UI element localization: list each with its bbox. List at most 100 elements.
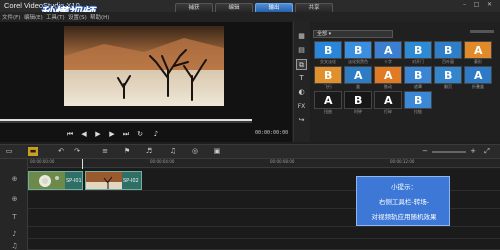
transition-thumb[interactable]: A	[464, 41, 492, 59]
tab-label: 共享	[308, 5, 320, 11]
transition-thumb[interactable]: B	[314, 66, 342, 84]
thumb-caption: 时钟	[354, 109, 362, 114]
motion-tracking-icon[interactable]: ◎	[190, 147, 200, 156]
transition-thumb[interactable]: A	[314, 91, 342, 109]
menu-tools[interactable]: 工具(T)	[46, 13, 65, 21]
transition-thumb[interactable]: B	[434, 41, 462, 59]
videostudio-window: Corel VideoStudio X10 秒懂视频 捕获 编辑 输出 共享 –…	[0, 0, 500, 250]
title-track-icon[interactable]: T	[9, 212, 20, 223]
flower-thumbnail	[29, 172, 65, 189]
category-dropdown[interactable]: 全部 ▾	[313, 30, 393, 38]
ruler-mark: 00:00:04:00	[150, 159, 175, 164]
volume-icon[interactable]: ♪	[150, 129, 162, 139]
tip-box: 小提示： 右侧工具栏-转场- 对视频轨应用随机效果	[356, 176, 450, 226]
play-icon[interactable]: ▶	[92, 129, 104, 139]
zoom-in-icon[interactable]: +	[468, 147, 478, 156]
video-track-icon[interactable]: ⊕	[9, 174, 20, 185]
menu-help[interactable]: 帮助(H)	[90, 13, 109, 21]
tip-title: 小提示：	[391, 183, 417, 191]
transition-thumb[interactable]: A	[464, 66, 492, 84]
thumb-caption: 盒	[356, 84, 360, 89]
music-track-icon[interactable]: ♫	[9, 241, 20, 250]
repeat-icon[interactable]: ↻	[134, 129, 146, 139]
thumb-caption: 百叶窗	[442, 59, 454, 64]
timeline-ruler[interactable]	[28, 159, 500, 168]
transition-icon[interactable]: ⧉	[296, 59, 307, 70]
auto-music-icon[interactable]: ♫	[168, 147, 178, 156]
zoom-slider[interactable]	[470, 30, 494, 33]
transition-thumb[interactable]: A	[374, 66, 402, 84]
timeline-zoom-slider[interactable]	[432, 151, 466, 153]
thumb-caption: 推动	[384, 84, 392, 89]
transition-thumb[interactable]: B	[434, 66, 462, 84]
voice-track[interactable]	[28, 227, 500, 239]
maximize-button[interactable]: □	[472, 1, 481, 9]
media-icon[interactable]: ▦	[296, 31, 307, 42]
storyboard-view-icon[interactable]: ▭	[4, 147, 14, 156]
timeline-clip-2[interactable]: SP-I02	[85, 171, 142, 190]
scrub-progress	[0, 119, 252, 121]
thumb-caption: 交叉淡化	[320, 59, 336, 64]
music-track[interactable]	[28, 239, 500, 250]
timeline-clip-1[interactable]: SP-I01	[28, 171, 83, 190]
graphic-icon[interactable]: ◐	[296, 87, 307, 98]
zoom-out-icon[interactable]: −	[420, 147, 430, 156]
close-button[interactable]: ✕	[485, 1, 494, 9]
prev-frame-icon[interactable]: ◀	[78, 129, 90, 139]
ruler-mark: 00:00:00:00	[30, 159, 55, 164]
menu-file[interactable]: 文件(F)	[2, 13, 20, 21]
thumb-caption: 打碎	[384, 109, 392, 114]
redo-icon[interactable]: ↷	[72, 147, 82, 156]
category-label: 全部	[317, 31, 328, 37]
track-manager-icon[interactable]: ≡	[100, 147, 110, 156]
thumb-caption: 遮罩	[414, 84, 422, 89]
menu-settings[interactable]: 设置(S)	[68, 13, 87, 21]
subtitle-icon[interactable]: ▣	[212, 147, 222, 156]
end-icon[interactable]: ⏭	[120, 129, 132, 139]
thumb-letter: B	[354, 44, 363, 57]
transition-thumb[interactable]: B	[344, 91, 372, 109]
menu-edit[interactable]: 编辑(E)	[24, 13, 43, 21]
thumb-letter: B	[414, 94, 423, 107]
overlay-track-icon[interactable]: ⊕	[9, 194, 20, 205]
tab-label: 捕获	[188, 5, 200, 11]
transition-thumb[interactable]: B	[314, 41, 342, 59]
thumb-letter: A	[354, 69, 363, 82]
mixer-icon[interactable]: ♬	[144, 147, 154, 156]
thumb-letter: B	[444, 44, 453, 57]
thumb-caption: 十字	[384, 59, 392, 64]
thumb-letter: A	[474, 69, 483, 82]
instant-project-icon[interactable]: ▤	[296, 45, 307, 56]
transition-thumb[interactable]: A	[374, 41, 402, 59]
clip-label: SP-I01	[66, 178, 82, 184]
undo-icon[interactable]: ↶	[56, 147, 66, 156]
timeline-view-icon[interactable]: ▬	[28, 147, 38, 156]
transition-thumb[interactable]: B	[404, 41, 432, 59]
thumb-caption: 翻页	[444, 84, 452, 89]
timecode-display[interactable]: 00:00:00:00	[255, 130, 288, 136]
transition-thumb[interactable]: B	[404, 66, 432, 84]
fx-icon[interactable]: FX	[296, 101, 307, 112]
chapter-icon[interactable]: ⚑	[122, 147, 132, 156]
ruler-mark: 00:00:12:00	[390, 159, 415, 164]
thumb-caption: 对开门	[412, 59, 424, 64]
fit-project-icon[interactable]: ⤢	[482, 147, 492, 156]
transition-thumb[interactable]: A	[374, 91, 402, 109]
minimize-button[interactable]: –	[460, 1, 469, 9]
thumb-letter: A	[384, 44, 393, 57]
thumb-letter: B	[414, 44, 423, 57]
ruler-mark: 00:00:08:00	[270, 159, 295, 164]
next-frame-icon[interactable]: ▶	[106, 129, 118, 139]
path-icon[interactable]: ↪	[296, 115, 307, 126]
transition-thumb[interactable]: A	[344, 66, 372, 84]
home-icon[interactable]: ⏮	[64, 129, 76, 139]
thumb-caption: 飞行	[324, 84, 332, 89]
transition-thumb[interactable]: B	[404, 91, 432, 109]
thumb-caption: 淡化到黑色	[348, 59, 368, 64]
transition-thumb[interactable]: B	[344, 41, 372, 59]
title-icon[interactable]: T	[296, 73, 307, 84]
voice-track-icon[interactable]: ♪	[9, 229, 20, 240]
thumb-letter: B	[324, 69, 333, 82]
desert-tree-image	[64, 26, 224, 106]
tab-label: 输出	[268, 5, 280, 11]
